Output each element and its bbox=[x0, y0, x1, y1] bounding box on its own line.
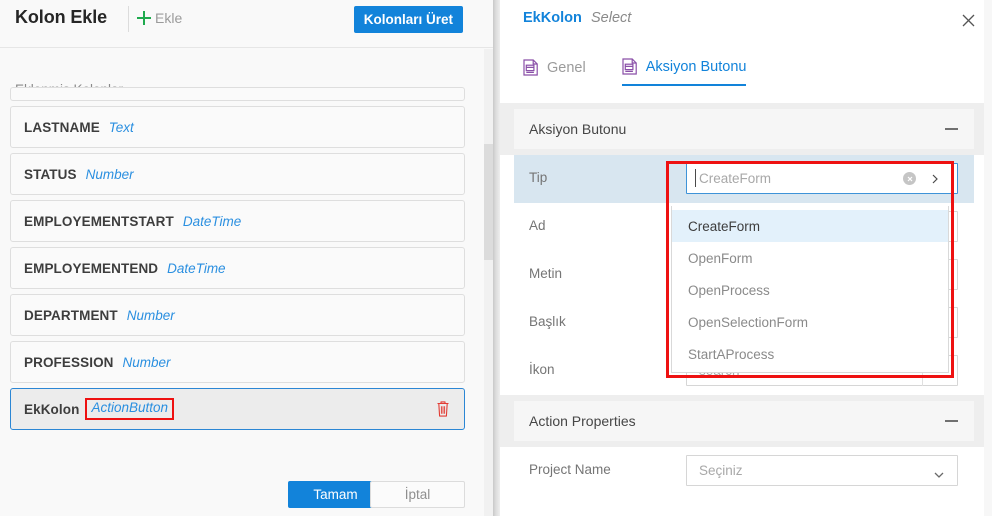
column-list-item[interactable] bbox=[10, 87, 465, 101]
dropdown-option[interactable]: StartAProcess bbox=[672, 338, 948, 370]
section-title: Aksiyon Butonu bbox=[529, 121, 626, 137]
field-value: CreateForm bbox=[699, 171, 771, 186]
column-name: EkKolon bbox=[24, 402, 79, 417]
panel-divider-shadow bbox=[493, 0, 500, 516]
tab-aksiyon-butonu[interactable]: Aksiyon Butonu bbox=[622, 58, 747, 86]
generate-columns-button[interactable]: Kolonları Üret bbox=[354, 6, 463, 33]
properties-panel: EkKolon Select Genel Aksiyon Butonu Aksiy… bbox=[500, 0, 992, 516]
column-list-item[interactable]: PROFESSION Number bbox=[10, 341, 465, 383]
minus-icon[interactable] bbox=[945, 128, 958, 130]
add-column-label: Ekle bbox=[155, 10, 182, 26]
dropdown-option[interactable]: OpenForm bbox=[672, 242, 948, 274]
column-type: DateTime bbox=[167, 261, 225, 276]
form-document-icon bbox=[622, 58, 638, 75]
column-list-item[interactable]: LASTNAME Text bbox=[10, 106, 465, 148]
field-label: Tip bbox=[529, 170, 547, 185]
left-panel-body: Eklenmiş Kolonlar LASTNAMETextSTATUSNumb… bbox=[0, 49, 493, 459]
form-row: Project Name Seçiniz bbox=[514, 447, 974, 495]
tab-label: Aksiyon Butonu bbox=[646, 59, 747, 75]
form-document-icon bbox=[523, 59, 539, 76]
ok-button[interactable]: Tamam bbox=[288, 481, 383, 508]
field-control[interactable]: CreateForm bbox=[686, 163, 958, 194]
type-dropdown-list[interactable]: CreateFormOpenFormOpenProcessOpenSelecti… bbox=[671, 206, 949, 373]
form-row: Tip CreateForm bbox=[514, 155, 974, 203]
minus-icon[interactable] bbox=[945, 420, 958, 422]
column-type: Number bbox=[123, 355, 171, 370]
field-label: Başlık bbox=[529, 314, 566, 329]
clear-icon[interactable] bbox=[903, 172, 916, 185]
left-panel-footer: Tamam İptal bbox=[0, 459, 493, 516]
column-name: EMPLOYEMENTEND bbox=[24, 261, 158, 276]
app-root: Kolon Ekle Ekle Kolonları Üret Eklenmiş … bbox=[0, 0, 992, 516]
section-title: Action Properties bbox=[529, 413, 636, 429]
properties-title: EkKolon bbox=[523, 10, 582, 26]
section-header[interactable]: Aksiyon Butonu bbox=[514, 109, 974, 149]
column-type: DateTime bbox=[183, 214, 241, 229]
field-input[interactable]: Seçiniz bbox=[686, 455, 958, 486]
properties-tabs[interactable]: Genel Aksiyon Butonu bbox=[523, 58, 746, 86]
field-input[interactable]: CreateForm bbox=[686, 163, 958, 194]
column-list-item[interactable]: EMPLOYEMENTSTART DateTime bbox=[10, 200, 465, 242]
properties-subtitle: Select bbox=[591, 10, 631, 26]
dropdown-option[interactable]: CreateForm bbox=[672, 210, 948, 242]
properties-panel-header: EkKolon Select Genel Aksiyon Butonu bbox=[500, 0, 992, 100]
header-divider bbox=[128, 6, 129, 32]
chevron-down-icon[interactable] bbox=[933, 466, 945, 474]
column-type: Number bbox=[86, 167, 134, 182]
plus-icon bbox=[137, 11, 151, 25]
close-icon[interactable] bbox=[956, 8, 980, 32]
column-list-item[interactable]: EMPLOYEMENTEND DateTime bbox=[10, 247, 465, 289]
add-column-button[interactable]: Ekle bbox=[137, 7, 182, 29]
field-control[interactable]: Seçiniz bbox=[686, 455, 958, 486]
right-panel-scrollbar-track[interactable] bbox=[984, 0, 992, 516]
left-panel-header: Kolon Ekle Ekle Kolonları Üret bbox=[0, 0, 493, 48]
column-list-item[interactable]: EkKolon ActionButton bbox=[10, 388, 465, 430]
column-type: Number bbox=[127, 308, 175, 323]
add-column-panel: Kolon Ekle Ekle Kolonları Üret Eklenmiş … bbox=[0, 0, 493, 516]
chevron-right-icon[interactable] bbox=[929, 172, 941, 184]
tab-genel[interactable]: Genel bbox=[523, 58, 586, 86]
field-label: İkon bbox=[529, 362, 555, 377]
field-label: Ad bbox=[529, 218, 546, 233]
page-title: Kolon Ekle bbox=[15, 7, 107, 28]
field-label: Metin bbox=[529, 266, 562, 281]
delete-column-icon[interactable] bbox=[436, 400, 450, 418]
column-name: EMPLOYEMENTSTART bbox=[24, 214, 174, 229]
section-header[interactable]: Action Properties bbox=[514, 401, 974, 441]
cancel-button[interactable]: İptal bbox=[370, 481, 465, 508]
dropdown-option[interactable]: OpenProcess bbox=[672, 274, 948, 306]
tab-label: Genel bbox=[547, 60, 586, 76]
column-list-item[interactable]: STATUS Number bbox=[10, 153, 465, 195]
left-panel-scrollbar-thumb[interactable] bbox=[484, 144, 493, 260]
dropdown-option[interactable]: OpenSelectionForm bbox=[672, 306, 948, 338]
column-type: ActionButton bbox=[85, 398, 174, 419]
column-type: Text bbox=[109, 120, 134, 135]
column-name: DEPARTMENT bbox=[24, 308, 118, 323]
field-value: Seçiniz bbox=[699, 463, 743, 478]
added-columns-list[interactable]: LASTNAME Text STATUS Number EMPLOYEMENTSTART… bbox=[10, 87, 465, 459]
text-caret bbox=[695, 169, 696, 187]
column-list-item[interactable]: DEPARTMENT Number bbox=[10, 294, 465, 336]
column-name: LASTNAME bbox=[24, 120, 100, 135]
left-panel-scrollbar-track[interactable] bbox=[484, 49, 493, 516]
field-label: Project Name bbox=[529, 462, 611, 477]
column-name: PROFESSION bbox=[24, 355, 114, 370]
column-name: STATUS bbox=[24, 167, 77, 182]
